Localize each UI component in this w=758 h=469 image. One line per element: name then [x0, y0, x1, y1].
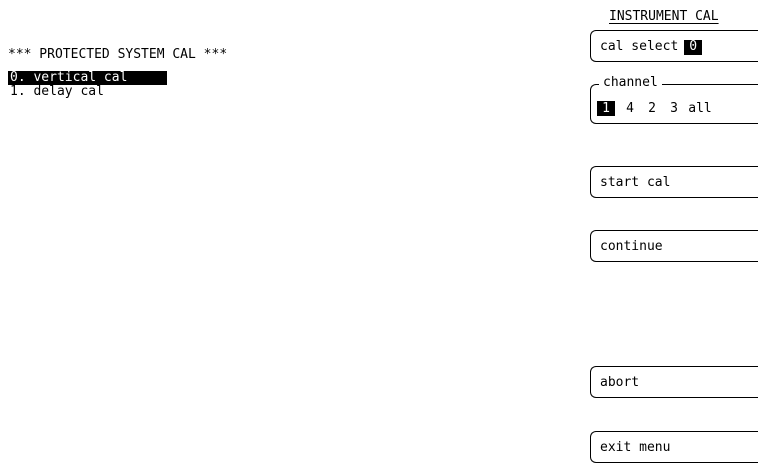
start-cal-label: start cal: [600, 175, 671, 190]
channel-key[interactable]: channel 1 4 2 3 all: [590, 76, 758, 124]
abort-label: abort: [600, 375, 640, 390]
cal-select-key[interactable]: cal select 0: [590, 30, 758, 62]
channel-option-1[interactable]: 1: [597, 101, 615, 116]
cal-list-header: *** PROTECTED SYSTEM CAL ***: [8, 47, 228, 62]
cal-item-vertical[interactable]: 0. vertical cal: [8, 71, 167, 85]
continue-key[interactable]: continue: [590, 230, 758, 262]
channel-option-all[interactable]: all: [685, 101, 715, 116]
continue-label: continue: [600, 239, 663, 254]
channel-option-4[interactable]: 4: [619, 101, 641, 116]
abort-key[interactable]: abort: [590, 366, 758, 398]
start-cal-key[interactable]: start cal: [590, 166, 758, 198]
exit-menu-key[interactable]: exit menu: [590, 431, 758, 463]
channel-options: 1 4 2 3 all: [597, 101, 715, 116]
cal-select-value: 0: [684, 40, 703, 55]
cal-item-delay[interactable]: 1. delay cal: [8, 85, 167, 99]
menu-title: INSTRUMENT CAL: [609, 9, 719, 24]
channel-option-2[interactable]: 2: [641, 101, 663, 116]
channel-option-3[interactable]: 3: [663, 101, 685, 116]
channel-legend: channel: [599, 76, 662, 90]
exit-menu-label: exit menu: [600, 440, 671, 455]
cal-select-label: cal select 0: [600, 40, 703, 55]
cal-list: 0. vertical cal 1. delay cal: [8, 66, 167, 99]
